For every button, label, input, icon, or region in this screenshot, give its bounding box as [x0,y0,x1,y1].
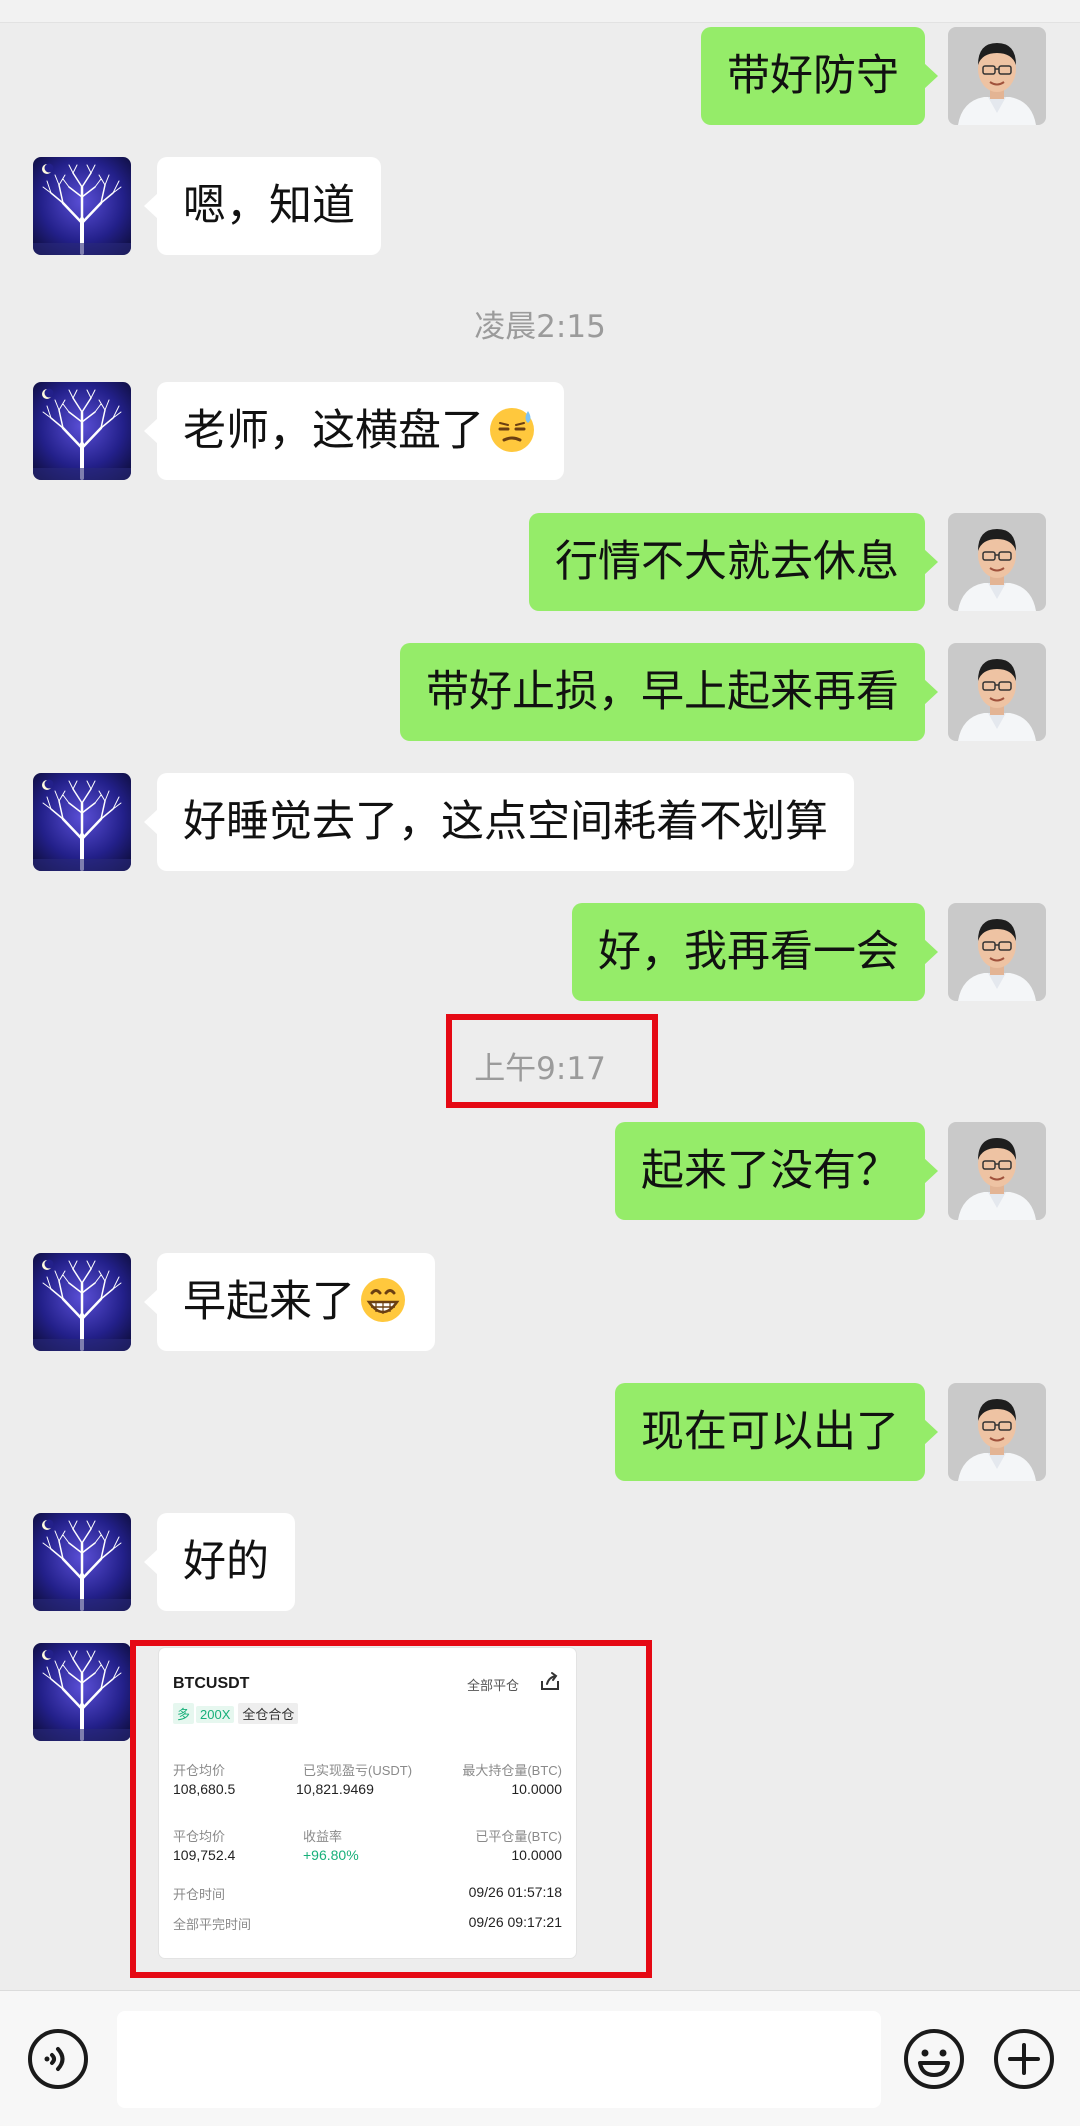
message-bubble-received[interactable]: 嗯，知道 [144,157,381,255]
contact-avatar[interactable] [33,382,131,480]
message-bubble-sent[interactable]: 带好防守 [701,27,938,125]
highlight-box-trade-card [130,1640,652,1978]
contact-avatar[interactable] [33,157,131,255]
contact-avatar[interactable] [33,1253,131,1351]
message-bubble-received[interactable]: 早起来了 [144,1253,435,1351]
teacher-avatar[interactable] [948,513,1046,611]
sweat-face-emoji [486,403,538,455]
teacher-avatar[interactable] [948,643,1046,741]
message-bubble-received[interactable]: 老师，这横盘了 [144,382,564,480]
contact-avatar[interactable] [33,773,131,871]
message-bubble-received[interactable]: 好睡觉去了，这点空间耗着不划算 [144,773,854,871]
message-bubble-sent[interactable]: 好，我再看一会 [572,903,938,1001]
teacher-avatar[interactable] [948,1122,1046,1220]
message-bubble-received[interactable]: 好的 [144,1513,295,1611]
teacher-avatar[interactable] [948,1383,1046,1481]
teacher-avatar[interactable] [948,27,1046,125]
message-bubble-sent[interactable]: 带好止损，早上起来再看 [400,643,938,741]
plus-icon[interactable] [992,2027,1056,2091]
chat-message-list[interactable]: 带好防守 嗯，知道 凌晨2:15 老师，这横盘了 行情不大就去休息 带好止损，早… [0,0,1080,1990]
message-text: 老师，这横盘了 [183,406,484,456]
message-bubble-sent[interactable]: 行情不大就去休息 [529,513,938,611]
grinning-face-emoji [357,1274,409,1326]
message-bubble-sent[interactable]: 现在可以出了 [615,1383,938,1481]
message-bubble-sent[interactable]: 起来了没有？ [615,1122,938,1220]
contact-avatar[interactable] [33,1513,131,1611]
voice-icon[interactable] [26,2027,90,2091]
emoji-icon[interactable] [902,2027,966,2091]
contact-avatar[interactable] [33,1643,131,1741]
message-input[interactable] [117,2011,881,2108]
timestamp: 上午9:17 [474,1051,606,1087]
input-bar [0,1990,1080,2126]
timestamp: 凌晨2:15 [474,309,606,345]
teacher-avatar[interactable] [948,903,1046,1001]
message-text: 早起来了 [183,1277,355,1327]
